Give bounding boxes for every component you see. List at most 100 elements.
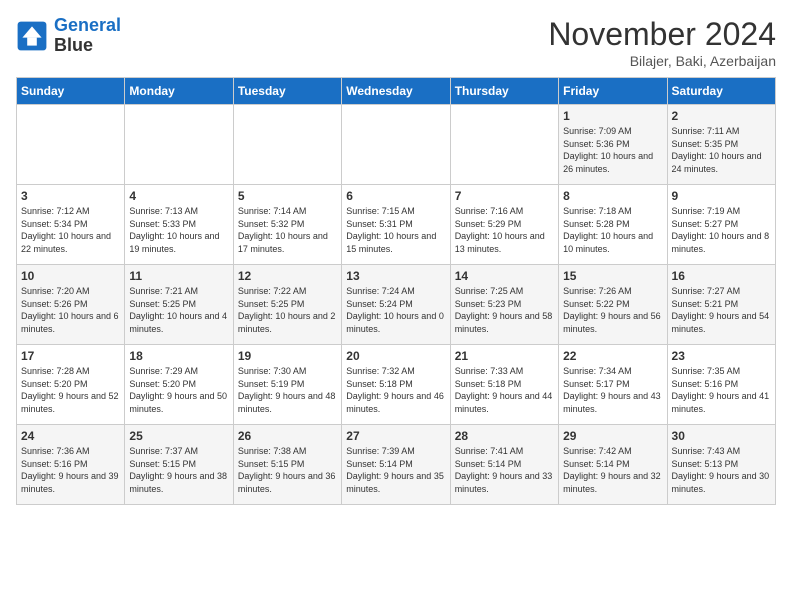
- day-info: Sunrise: 7:20 AM Sunset: 5:26 PM Dayligh…: [21, 285, 120, 335]
- logo-icon: [16, 20, 48, 52]
- calendar-day-cell: 25Sunrise: 7:37 AM Sunset: 5:15 PM Dayli…: [125, 425, 233, 505]
- calendar-week-row: 10 Sunrise: 7:20 AM Sunset: 5:26 PM Dayli…: [17, 265, 776, 345]
- title-block: November 2024 Bilajer, Baki, Azerbaijan: [548, 16, 776, 69]
- calendar-day-cell: 28Sunrise: 7:41 AM Sunset: 5:14 PM Dayli…: [450, 425, 558, 505]
- calendar-day-cell: [233, 105, 341, 185]
- calendar-day-cell: 20 Sunrise: 7:32 AM Sunset: 5:18 PM Dayli…: [342, 345, 450, 425]
- day-number: 3: [21, 189, 120, 203]
- calendar-week-row: 17 Sunrise: 7:28 AM Sunset: 5:20 PM Dayli…: [17, 345, 776, 425]
- day-info: Sunrise: 7:24 AM Sunset: 5:24 PM Dayligh…: [346, 285, 445, 335]
- day-info: Sunrise: 7:22 AM Sunset: 5:25 PM Dayligh…: [238, 285, 337, 335]
- day-number: 20: [346, 349, 445, 363]
- calendar-day-cell: 22 Sunrise: 7:34 AM Sunset: 5:17 PM Dayli…: [559, 345, 667, 425]
- calendar-day-cell: 17 Sunrise: 7:28 AM Sunset: 5:20 PM Dayli…: [17, 345, 125, 425]
- calendar-day-cell: 13 Sunrise: 7:24 AM Sunset: 5:24 PM Dayli…: [342, 265, 450, 345]
- day-number: 14: [455, 269, 554, 283]
- calendar-day-cell: 2Sunrise: 7:11 AM Sunset: 5:35 PM Daylig…: [667, 105, 775, 185]
- day-info: Sunrise: 7:38 AM Sunset: 5:15 PM Dayligh…: [238, 445, 337, 495]
- calendar-week-row: 1 Sunrise: 7:09 AM Sunset: 5:36 PM Daylig…: [17, 105, 776, 185]
- day-number: 4: [129, 189, 228, 203]
- day-info: Sunrise: 7:11 AM Sunset: 5:35 PM Dayligh…: [672, 125, 771, 175]
- day-number: 9: [672, 189, 771, 203]
- day-info: Sunrise: 7:12 AM Sunset: 5:34 PM Dayligh…: [21, 205, 120, 255]
- day-info: Sunrise: 7:35 AM Sunset: 5:16 PM Dayligh…: [672, 365, 771, 415]
- day-number: 7: [455, 189, 554, 203]
- location-subtitle: Bilajer, Baki, Azerbaijan: [548, 53, 776, 69]
- day-info: Sunrise: 7:15 AM Sunset: 5:31 PM Dayligh…: [346, 205, 445, 255]
- day-info: Sunrise: 7:13 AM Sunset: 5:33 PM Dayligh…: [129, 205, 228, 255]
- day-number: 26: [238, 429, 337, 443]
- calendar-week-row: 24Sunrise: 7:36 AM Sunset: 5:16 PM Dayli…: [17, 425, 776, 505]
- day-number: 19: [238, 349, 337, 363]
- calendar-day-cell: [125, 105, 233, 185]
- day-number: 17: [21, 349, 120, 363]
- day-number: 15: [563, 269, 662, 283]
- day-info: Sunrise: 7:34 AM Sunset: 5:17 PM Dayligh…: [563, 365, 662, 415]
- day-number: 16: [672, 269, 771, 283]
- calendar-day-cell: 16 Sunrise: 7:27 AM Sunset: 5:21 PM Dayli…: [667, 265, 775, 345]
- day-number: 6: [346, 189, 445, 203]
- calendar-day-cell: 5 Sunrise: 7:14 AM Sunset: 5:32 PM Daylig…: [233, 185, 341, 265]
- day-info: Sunrise: 7:42 AM Sunset: 5:14 PM Dayligh…: [563, 445, 662, 495]
- calendar-day-cell: 10 Sunrise: 7:20 AM Sunset: 5:26 PM Dayli…: [17, 265, 125, 345]
- calendar-day-cell: 9 Sunrise: 7:19 AM Sunset: 5:27 PM Daylig…: [667, 185, 775, 265]
- day-of-week-header: Thursday: [450, 78, 558, 105]
- day-number: 10: [21, 269, 120, 283]
- calendar-day-cell: 27 Sunrise: 7:39 AM Sunset: 5:14 PM Dayli…: [342, 425, 450, 505]
- day-info: Sunrise: 7:28 AM Sunset: 5:20 PM Dayligh…: [21, 365, 120, 415]
- logo-text: General Blue: [54, 16, 121, 56]
- day-number: 25: [129, 429, 228, 443]
- calendar-day-cell: 24Sunrise: 7:36 AM Sunset: 5:16 PM Dayli…: [17, 425, 125, 505]
- calendar-day-cell: 14Sunrise: 7:25 AM Sunset: 5:23 PM Dayli…: [450, 265, 558, 345]
- calendar-day-cell: 26 Sunrise: 7:38 AM Sunset: 5:15 PM Dayli…: [233, 425, 341, 505]
- calendar-day-cell: 29 Sunrise: 7:42 AM Sunset: 5:14 PM Dayli…: [559, 425, 667, 505]
- day-info: Sunrise: 7:39 AM Sunset: 5:14 PM Dayligh…: [346, 445, 445, 495]
- calendar-day-cell: 12 Sunrise: 7:22 AM Sunset: 5:25 PM Dayli…: [233, 265, 341, 345]
- calendar-day-cell: [17, 105, 125, 185]
- calendar-day-cell: 1 Sunrise: 7:09 AM Sunset: 5:36 PM Daylig…: [559, 105, 667, 185]
- month-title: November 2024: [548, 16, 776, 53]
- day-info: Sunrise: 7:14 AM Sunset: 5:32 PM Dayligh…: [238, 205, 337, 255]
- day-info: Sunrise: 7:09 AM Sunset: 5:36 PM Dayligh…: [563, 125, 662, 175]
- day-number: 22: [563, 349, 662, 363]
- calendar-day-cell: 15 Sunrise: 7:26 AM Sunset: 5:22 PM Dayli…: [559, 265, 667, 345]
- day-number: 27: [346, 429, 445, 443]
- day-number: 11: [129, 269, 228, 283]
- day-number: 12: [238, 269, 337, 283]
- day-of-week-header: Friday: [559, 78, 667, 105]
- calendar-week-row: 3 Sunrise: 7:12 AM Sunset: 5:34 PM Daylig…: [17, 185, 776, 265]
- calendar-day-cell: 11 Sunrise: 7:21 AM Sunset: 5:25 PM Dayli…: [125, 265, 233, 345]
- day-number: 5: [238, 189, 337, 203]
- day-number: 30: [672, 429, 771, 443]
- calendar-day-cell: 3 Sunrise: 7:12 AM Sunset: 5:34 PM Daylig…: [17, 185, 125, 265]
- day-info: Sunrise: 7:29 AM Sunset: 5:20 PM Dayligh…: [129, 365, 228, 415]
- calendar-day-cell: 30Sunrise: 7:43 AM Sunset: 5:13 PM Dayli…: [667, 425, 775, 505]
- calendar-day-cell: 7 Sunrise: 7:16 AM Sunset: 5:29 PM Daylig…: [450, 185, 558, 265]
- day-number: 29: [563, 429, 662, 443]
- calendar-day-cell: 19 Sunrise: 7:30 AM Sunset: 5:19 PM Dayli…: [233, 345, 341, 425]
- page-header: General Blue November 2024 Bilajer, Baki…: [16, 16, 776, 69]
- calendar-day-cell: 23 Sunrise: 7:35 AM Sunset: 5:16 PM Dayli…: [667, 345, 775, 425]
- day-info: Sunrise: 7:26 AM Sunset: 5:22 PM Dayligh…: [563, 285, 662, 335]
- day-info: Sunrise: 7:30 AM Sunset: 5:19 PM Dayligh…: [238, 365, 337, 415]
- day-info: Sunrise: 7:32 AM Sunset: 5:18 PM Dayligh…: [346, 365, 445, 415]
- calendar-day-cell: 18 Sunrise: 7:29 AM Sunset: 5:20 PM Dayli…: [125, 345, 233, 425]
- calendar-day-cell: 8Sunrise: 7:18 AM Sunset: 5:28 PM Daylig…: [559, 185, 667, 265]
- day-number: 23: [672, 349, 771, 363]
- day-info: Sunrise: 7:21 AM Sunset: 5:25 PM Dayligh…: [129, 285, 228, 335]
- day-of-week-header: Tuesday: [233, 78, 341, 105]
- day-info: Sunrise: 7:33 AM Sunset: 5:18 PM Dayligh…: [455, 365, 554, 415]
- day-number: 13: [346, 269, 445, 283]
- calendar-day-cell: 6 Sunrise: 7:15 AM Sunset: 5:31 PM Daylig…: [342, 185, 450, 265]
- day-info: Sunrise: 7:27 AM Sunset: 5:21 PM Dayligh…: [672, 285, 771, 335]
- day-info: Sunrise: 7:19 AM Sunset: 5:27 PM Dayligh…: [672, 205, 771, 255]
- calendar-day-cell: 4 Sunrise: 7:13 AM Sunset: 5:33 PM Daylig…: [125, 185, 233, 265]
- day-info: Sunrise: 7:16 AM Sunset: 5:29 PM Dayligh…: [455, 205, 554, 255]
- calendar-day-cell: [450, 105, 558, 185]
- day-number: 18: [129, 349, 228, 363]
- day-of-week-header: Sunday: [17, 78, 125, 105]
- day-info: Sunrise: 7:36 AM Sunset: 5:16 PM Dayligh…: [21, 445, 120, 495]
- day-number: 1: [563, 109, 662, 123]
- calendar-day-cell: 21Sunrise: 7:33 AM Sunset: 5:18 PM Dayli…: [450, 345, 558, 425]
- calendar-day-cell: [342, 105, 450, 185]
